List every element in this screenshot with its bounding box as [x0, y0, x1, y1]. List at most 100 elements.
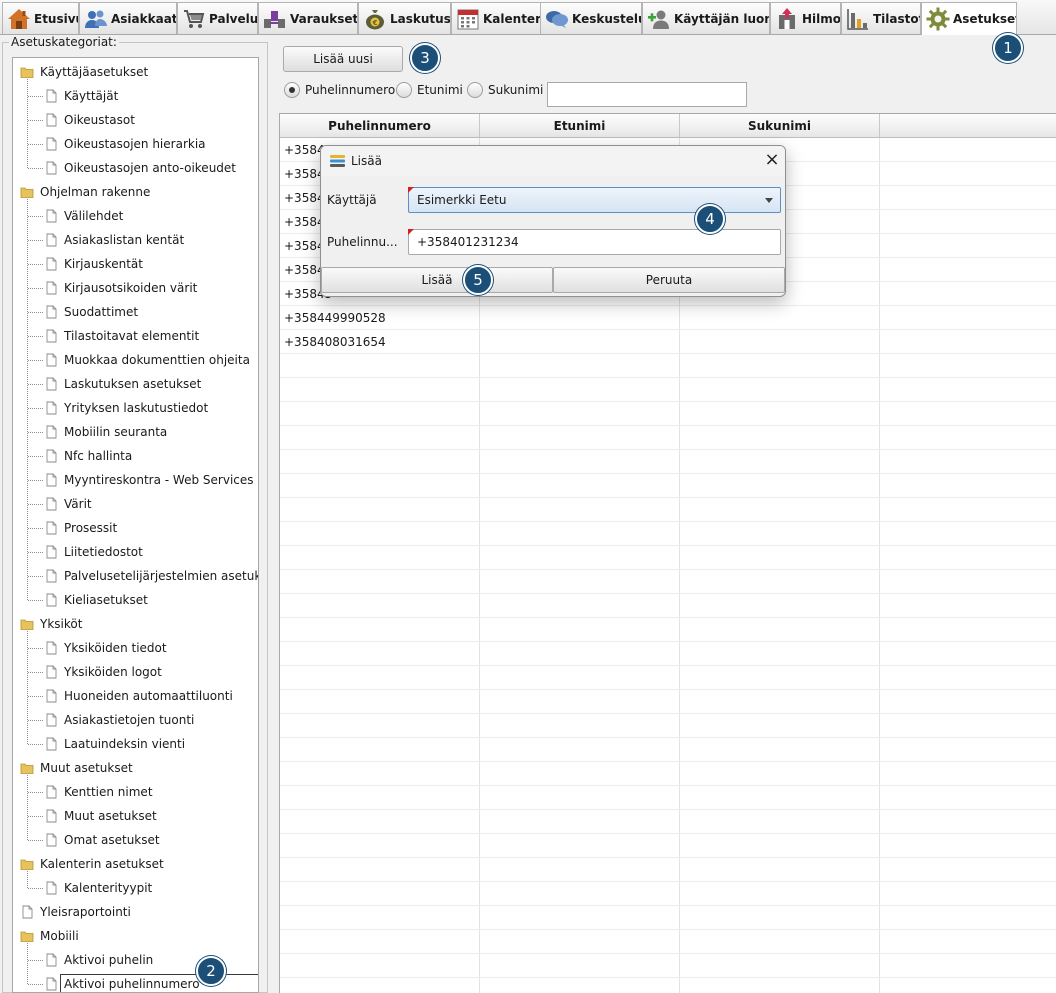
tree-item[interactable]: Välilehdet	[13, 205, 258, 227]
column-header-first-name[interactable]: Etunimi	[480, 114, 680, 138]
table-cell	[680, 738, 880, 761]
tree-item-label: Aktivoi puhelin	[64, 953, 154, 967]
page-icon	[44, 545, 58, 559]
tree-item[interactable]: Kirjausotsikoiden värit	[13, 277, 258, 299]
dialog-titlebar[interactable]: Lisää ×	[321, 146, 785, 176]
tree-item[interactable]: Palvelusetelijärjestelmien asetukset	[13, 565, 258, 587]
tree-item[interactable]: Yksiköiden logot	[13, 661, 258, 683]
tab-laskutus[interactable]: € Laskutus	[358, 2, 451, 34]
tab-varaukset[interactable]: Varaukset	[258, 2, 358, 34]
tree-item[interactable]: Laatuindeksin vienti	[13, 733, 258, 755]
tree-item-label: Laatuindeksin vienti	[64, 737, 186, 751]
table-cell	[680, 666, 880, 689]
chevron-down-icon[interactable]	[765, 198, 773, 203]
tree-item[interactable]: Yrityksen laskutustiedot	[13, 397, 258, 419]
tree-folder[interactable]: Yksiköt	[13, 613, 258, 635]
tree-item[interactable]: Kirjauskentät	[13, 253, 258, 275]
tree-item[interactable]: Kieliasetukset	[13, 589, 258, 611]
tree-item[interactable]: Oikeustasojen anto-oikeudet	[13, 157, 258, 179]
table-cell	[280, 858, 480, 881]
tab-palvelut[interactable]: Palvelut	[177, 2, 258, 34]
tab-label: Laskutus	[390, 11, 451, 26]
close-icon[interactable]: ×	[762, 151, 782, 171]
table-cell	[280, 522, 480, 545]
tree-item[interactable]: Nfc hallinta	[13, 445, 258, 467]
tree-item[interactable]: Käyttäjät	[13, 85, 258, 107]
radio-last-name[interactable]: Sukunimi	[467, 82, 543, 98]
table-row[interactable]: +358449990528	[280, 306, 1056, 330]
column-header-phone[interactable]: Puhelinnumero	[280, 114, 480, 138]
radio-phone-number[interactable]: Puhelinnumero	[284, 82, 395, 98]
table-cell-filler	[880, 786, 1056, 809]
tree-item-label: Aktivoi puhelinnumero	[60, 974, 258, 992]
settings-tree[interactable]: Käyttäjäasetukset Käyttäjät Oikeustasot Oik…	[12, 57, 259, 993]
folder-icon	[20, 617, 34, 631]
tree-item[interactable]: Laskutuksen asetukset	[13, 373, 258, 395]
tab-etusivu[interactable]: Etusivu	[2, 2, 79, 34]
table-cell	[480, 594, 680, 617]
table-cell	[480, 834, 680, 857]
tree-folder[interactable]: Muut asetukset	[13, 757, 258, 779]
column-header-last-name[interactable]: Sukunimi	[680, 114, 880, 138]
tree-item[interactable]: Asiakastietojen tuonti	[13, 709, 258, 731]
tab-label: Asetukset	[953, 12, 1017, 26]
tree-item[interactable]: Mobiilin seuranta	[13, 421, 258, 443]
tree-item[interactable]: Huoneiden automaattiluonti	[13, 685, 258, 707]
tree-item[interactable]: Oikeustasojen hierarkia	[13, 133, 258, 155]
page-icon	[44, 569, 58, 583]
radio-button[interactable]	[396, 82, 412, 98]
phone-number-input[interactable]	[408, 229, 781, 255]
tree-item[interactable]: Tilastoitavat elementit	[13, 325, 258, 347]
table-cell	[680, 402, 880, 425]
tree-item[interactable]: Omat asetukset	[13, 829, 258, 851]
tree-item[interactable]: Kenttien nimet	[13, 781, 258, 803]
search-input[interactable]	[547, 82, 747, 107]
tree-item[interactable]: Prosessit	[13, 517, 258, 539]
radio-button[interactable]	[467, 82, 483, 98]
tree-item[interactable]: Kalenterityypit	[13, 877, 258, 899]
tree-folder[interactable]: Ohjelman rakenne	[13, 181, 258, 203]
tree-item[interactable]: Myyntireskontra - Web Services	[13, 469, 258, 491]
table-cell	[280, 834, 480, 857]
users-icon	[84, 7, 108, 31]
tree-item[interactable]: Yleisraportointi	[13, 901, 258, 923]
tab-kalenteri[interactable]: Kalenteri	[451, 2, 541, 34]
tree-folder[interactable]: Kalenterin asetukset	[13, 853, 258, 875]
tab-kayttajan-luonti[interactable]: Käyttäjän luonti	[642, 2, 770, 34]
tree-item[interactable]: Muokkaa dokumenttien ohjeita	[13, 349, 258, 371]
table-cell	[680, 978, 880, 993]
dialog-title: Lisää	[351, 154, 382, 168]
tree-item[interactable]: Asiakaslistan kentät	[13, 229, 258, 251]
table-cell-filler	[880, 642, 1056, 665]
table-cell	[280, 426, 480, 449]
tree-item[interactable]: Oikeustasot	[13, 109, 258, 131]
tab-asiakkaat[interactable]: Asiakkaat	[79, 2, 177, 34]
table-cell	[480, 618, 680, 641]
tree-item[interactable]: Muut asetukset	[13, 805, 258, 827]
table-cell	[480, 522, 680, 545]
bar-chart-icon	[846, 7, 870, 31]
tree-item[interactable]: Suodattimet	[13, 301, 258, 323]
page-icon	[44, 881, 58, 895]
cancel-button[interactable]: Peruuta	[553, 267, 785, 293]
tree-item[interactable]: Liitetiedostot	[13, 541, 258, 563]
radio-button[interactable]	[284, 82, 300, 98]
table-cell	[280, 498, 480, 521]
tree-item[interactable]: Värit	[13, 493, 258, 515]
tab-tilastot[interactable]: Tilastot	[841, 2, 921, 34]
folder-icon	[20, 761, 34, 775]
tree-item[interactable]: Yksiköiden tiedot	[13, 637, 258, 659]
user-select[interactable]: Esimerkki Eetu	[408, 187, 781, 213]
add-new-button[interactable]: Lisää uusi	[283, 46, 403, 72]
tree-item-label: Yksiköt	[40, 617, 83, 631]
radio-first-name[interactable]: Etunimi	[396, 82, 463, 98]
tree-folder[interactable]: Käyttäjäasetukset	[13, 61, 258, 83]
tab-asetukset[interactable]: Asetukset	[921, 2, 1017, 35]
tab-hilmo[interactable]: Hilmo	[770, 2, 841, 34]
add-button[interactable]: Lisää	[321, 267, 553, 293]
table-row	[280, 666, 1056, 690]
tree-folder[interactable]: Mobiili	[13, 925, 258, 947]
tab-keskustelu[interactable]: Keskustelu	[540, 2, 642, 34]
tree-item-label: Oikeustasojen hierarkia	[64, 137, 206, 151]
table-row[interactable]: +358408031654	[280, 330, 1056, 354]
